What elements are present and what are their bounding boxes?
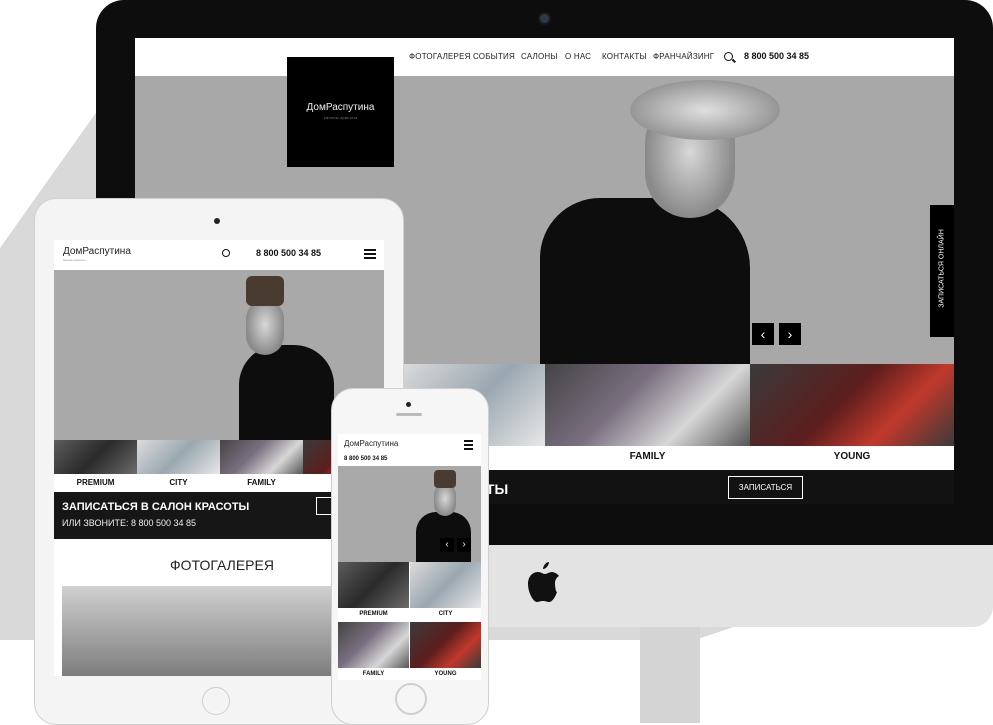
tablet-tile-photo-family[interactable] [220, 440, 303, 474]
tablet-model-body [239, 345, 334, 440]
tablet-model-face [246, 300, 284, 355]
tablet-logo[interactable]: ДомРаспутина [63, 246, 131, 257]
monitor-camera [540, 14, 549, 23]
salon-photo-family[interactable] [545, 364, 750, 446]
tablet-model-hair [246, 276, 284, 306]
desktop-phone[interactable]: 8 800 500 34 85 [744, 51, 809, 61]
salon-photo-young[interactable] [750, 364, 954, 446]
prev-arrow-button[interactable]: ‹ [752, 323, 774, 345]
apple-logo-icon [528, 562, 559, 602]
phone-model-hair [434, 470, 456, 488]
tablet-cta-subtitle: ИЛИ ЗВОНИТЕ: 8 800 500 34 85 [62, 518, 197, 528]
phone-number[interactable]: 8 800 500 34 85 [344, 456, 387, 462]
tablet-tile-city[interactable]: CITY [137, 478, 220, 487]
phone-model-body [416, 512, 471, 562]
tablet-tile-family[interactable]: FAMILY [220, 478, 303, 487]
nav-events[interactable]: СОБЫТИЯ [473, 52, 515, 61]
hero-model-hair [630, 80, 780, 140]
tablet-search-icon[interactable] [222, 249, 230, 257]
tablet-menu-icon[interactable] [364, 249, 376, 251]
book-button[interactable]: ЗАПИСАТЬСЯ [728, 476, 803, 499]
phone-tile-premium[interactable]: PREMIUM [338, 611, 409, 617]
phone-camera [406, 402, 411, 407]
phone-hero: ‹ › [338, 466, 481, 562]
tablet-tile-photo-city[interactable] [137, 440, 220, 474]
phone-home-button[interactable] [395, 683, 427, 715]
phone-model-face [434, 484, 456, 516]
tablet-tile-photo-premium[interactable] [54, 440, 137, 474]
phone-logo[interactable]: ДомРаспутина [344, 439, 398, 448]
tile-family[interactable]: FAMILY [545, 451, 750, 462]
tablet-home-button[interactable] [202, 687, 230, 715]
nav-gallery[interactable]: ФОТОГАЛЕРЕЯ [409, 52, 471, 61]
nav-contacts[interactable]: КОНТАКТЫ [602, 52, 647, 61]
phone-tile-photo-city[interactable] [410, 562, 481, 608]
logo-text: ДомРаспутина [306, 102, 375, 113]
phone-tile-family[interactable]: FAMILY [338, 671, 409, 677]
book-online-label: ЗАПИСАТЬСЯ ОНЛАЙН [938, 229, 946, 308]
tablet-tile-premium[interactable]: PREMIUM [54, 478, 137, 487]
hero-model-body [540, 198, 750, 368]
desktop-navbar: ФОТОГАЛЕРЕЯ СОБЫТИЯ САЛОНЫ О НАС КОНТАКТ… [135, 38, 954, 76]
phone-tile-photo-family[interactable] [338, 622, 409, 668]
tablet-camera [214, 218, 220, 224]
next-arrow-button[interactable]: › [779, 323, 801, 345]
tile-young[interactable]: YOUNG [750, 451, 954, 462]
phone-screen: ДомРаспутина 8 800 500 34 85 ‹ › PREMIUM… [338, 434, 481, 680]
tablet-gallery-title: ФОТОГАЛЕРЕЯ [170, 557, 274, 573]
monitor-stand [640, 627, 700, 723]
phone-prev-arrow[interactable]: ‹ [440, 538, 454, 552]
phone-menu-icon[interactable] [464, 440, 473, 442]
search-icon[interactable] [724, 52, 733, 61]
book-online-tab[interactable]: ЗАПИСАТЬСЯ ОНЛАЙН [930, 205, 954, 337]
phone-speaker [396, 413, 422, 416]
logo-tagline: салоны красоты [323, 116, 358, 120]
phone-tile-photo-premium[interactable] [338, 562, 409, 608]
nav-about[interactable]: О НАС [565, 52, 591, 61]
nav-franchise[interactable]: ФРАНЧАЙЗИНГ [653, 52, 714, 61]
phone-tile-city[interactable]: CITY [410, 611, 481, 617]
nav-salons[interactable]: САЛОНЫ [521, 52, 558, 61]
phone-tile-photo-young[interactable] [410, 622, 481, 668]
phone-tile-young[interactable]: YOUNG [410, 671, 481, 677]
desktop-logo[interactable]: ДомРаспутина салоны красоты [287, 57, 394, 167]
tablet-cta-title: ЗАПИСАТЬСЯ В САЛОН КРАСОТЫ [62, 501, 250, 513]
tablet-logo-tagline: салоны красоты [63, 258, 86, 262]
tablet-phone[interactable]: 8 800 500 34 85 [256, 248, 321, 258]
phone-next-arrow[interactable]: › [457, 538, 471, 552]
